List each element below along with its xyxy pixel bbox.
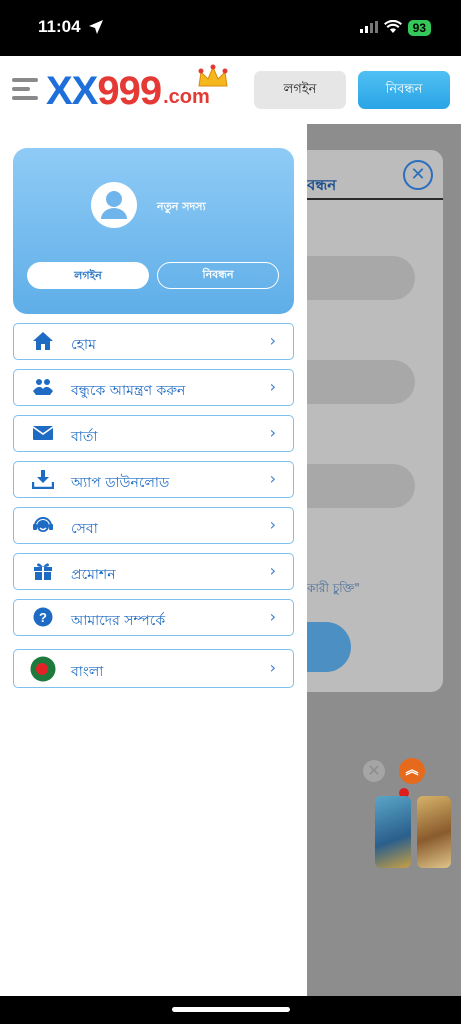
submit-button[interactable] (307, 622, 351, 672)
status-indicators: 93 (359, 18, 431, 37)
battery-indicator: 93 (407, 19, 431, 36)
site-logo[interactable]: XX 999 .com (46, 64, 228, 114)
menu-item-messages[interactable]: বার্তা › (13, 415, 294, 452)
form-field[interactable] (307, 464, 415, 508)
chevron-right-icon: › (269, 331, 276, 350)
chevron-right-icon: › (269, 515, 276, 534)
location-arrow-icon (88, 19, 104, 39)
chevron-right-icon: › (269, 469, 276, 488)
menu-label: অ্যাপ ডাউনলোড (71, 475, 170, 491)
crown-icon (196, 64, 230, 95)
chevron-right-icon: › (269, 607, 276, 626)
wifi-icon (383, 18, 402, 37)
modal-title: বন্ধন (307, 176, 337, 194)
home-indicator-area (0, 996, 461, 1024)
user-avatar-icon (91, 182, 137, 228)
form-field[interactable] (307, 360, 415, 404)
menu-item-app-download[interactable]: অ্যাপ ডাউনলোড › (13, 461, 294, 498)
app-header: XX 999 .com লগইন নিবন্ধন (0, 56, 461, 124)
registration-modal: বন্ধন ✕ কারী চুক্তি" (307, 150, 443, 692)
side-drawer: নতুন সদস্য লগইন নিবন্ধন হোম › বন্ধুকে আম… (0, 124, 307, 996)
svg-text:?: ? (39, 610, 47, 625)
menu-item-invite-friend[interactable]: বন্ধুকে আমন্ত্রণ করুন › (13, 369, 294, 406)
home-indicator[interactable] (172, 1007, 290, 1012)
hamburger-menu-icon[interactable] (12, 78, 38, 102)
drawer-login-button[interactable]: লগইন (27, 262, 149, 289)
drawer-register-button[interactable]: নিবন্ধন (157, 262, 279, 289)
menu-label: প্রমোশন (71, 567, 116, 583)
menu-item-about-us[interactable]: ? আমাদের সম্পর্কে › (13, 599, 294, 636)
username: নতুন সদস্য (157, 200, 206, 213)
game-thumbnail[interactable] (417, 796, 451, 868)
scroll-top-icon[interactable]: ︽ (399, 758, 425, 784)
menu-item-home[interactable]: হোম › (13, 323, 294, 360)
menu-label: হোম (71, 337, 96, 353)
message-icon (32, 423, 54, 443)
menu-item-service[interactable]: সেবা › (13, 507, 294, 544)
chevron-right-icon: › (269, 423, 276, 442)
bangladesh-flag-icon (30, 656, 56, 682)
menu-label: সেবা (71, 521, 98, 537)
status-time: 11:04 (38, 17, 81, 36)
register-button[interactable]: নিবন্ধন (358, 71, 450, 109)
close-icon[interactable]: ✕ (363, 760, 385, 782)
chevron-right-icon: › (269, 377, 276, 396)
close-icon[interactable]: ✕ (403, 160, 433, 190)
form-field[interactable] (307, 256, 415, 300)
menu-label: আমাদের সম্পর্কে (71, 613, 166, 629)
menu-label: বন্ধুকে আমন্ত্রণ করুন (71, 383, 186, 399)
dimmed-page-overlay[interactable]: বন্ধন ✕ কারী চুক্তি" ✕ ︽ (307, 124, 461, 996)
download-icon (31, 469, 55, 490)
logo-text-999: 999 (97, 69, 162, 113)
invite-friend-icon (32, 377, 54, 397)
home-icon (32, 331, 54, 351)
menu-item-promotion[interactable]: প্রমোশন › (13, 553, 294, 590)
gift-icon (32, 561, 54, 581)
chevron-right-icon: › (269, 561, 276, 580)
menu-label: বাংলা (71, 664, 104, 680)
signal-icon (359, 18, 378, 37)
logo-text-xx: XX (46, 69, 98, 113)
profile-card: নতুন সদস্য লগইন নিবন্ধন (13, 148, 294, 314)
help-icon: ? (32, 607, 54, 627)
chevron-right-icon: › (269, 658, 276, 677)
status-bar: 11:04 93 (0, 0, 461, 56)
modal-divider (307, 198, 443, 200)
menu-label: বার্তা (71, 429, 98, 445)
support-icon (32, 515, 54, 535)
game-thumbnail[interactable] (375, 796, 411, 868)
menu-item-language[interactable]: বাংলা › (13, 649, 294, 688)
terms-text: কারী চুক্তি" (307, 581, 360, 595)
login-button[interactable]: লগইন (254, 71, 346, 109)
